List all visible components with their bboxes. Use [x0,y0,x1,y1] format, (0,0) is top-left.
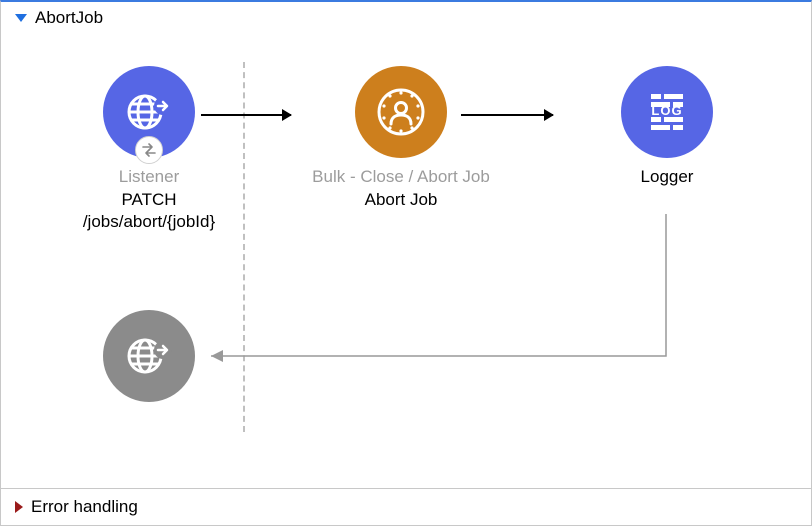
response-badge-icon [135,136,163,164]
logger-label: Logger [577,166,757,188]
chevron-right-icon [15,501,23,513]
error-section-header[interactable]: Error handling [1,488,811,525]
response-node[interactable] [59,310,239,402]
abort-subtitle: Bulk - Close / Abort Job [291,166,511,187]
listener-subtitle: Listener [59,166,239,187]
logger-node[interactable]: LOG Logger [577,66,757,188]
chevron-down-icon [15,14,27,22]
source-boundary-line [243,62,245,432]
listener-node[interactable]: Listener PATCH /jobs/abort/{jobId} [59,66,239,233]
abort-label: Abort Job [291,189,511,211]
http-listener-icon [103,66,195,158]
http-response-icon [103,310,195,402]
flow-container: AbortJob [0,0,812,526]
logger-icon: LOG [621,66,713,158]
flow-canvas: Listener PATCH /jobs/abort/{jobId} [1,34,811,488]
section-header[interactable]: AbortJob [1,2,811,34]
listener-label: PATCH /jobs/abort/{jobId} [59,189,239,233]
abort-node[interactable]: Bulk - Close / Abort Job Abort Job [291,66,511,211]
svg-text:LOG: LOG [651,103,682,118]
bulk-icon [355,66,447,158]
error-section-title: Error handling [31,497,138,517]
section-title: AbortJob [35,8,103,28]
